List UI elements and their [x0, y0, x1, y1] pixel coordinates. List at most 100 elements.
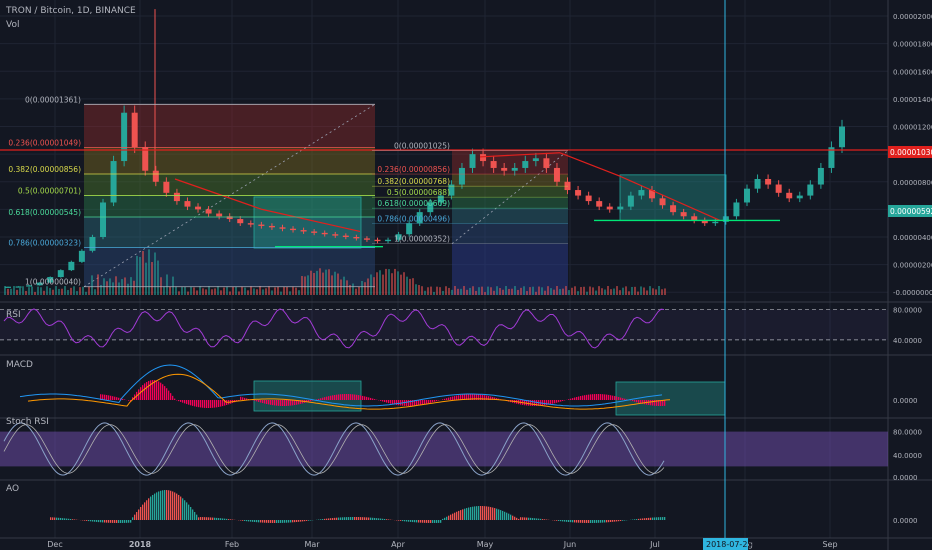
ao-bar [284, 520, 286, 523]
ao-bar [556, 520, 558, 521]
ao-bar [566, 520, 568, 522]
volume-bar [655, 289, 657, 295]
volume-bar [166, 274, 168, 295]
macd-hist-bar [406, 400, 408, 406]
macd-hist-bar [310, 400, 312, 402]
volume-bar [331, 275, 333, 295]
volume-bar [400, 274, 402, 295]
macd-hist-bar [324, 397, 326, 400]
ao-bar [274, 520, 276, 523]
volume-bar [433, 291, 435, 295]
macd-hist-bar [342, 394, 344, 400]
macd-hist-bar [196, 400, 198, 407]
volume-bar [157, 260, 159, 295]
volume-bar [661, 289, 663, 295]
macd-hist-bar [190, 400, 192, 406]
volume-bar [532, 286, 534, 295]
ao-bar [386, 519, 388, 520]
volume-bar [382, 274, 384, 295]
macd-hist-bar [552, 400, 554, 404]
macd-hist-bar [110, 395, 112, 400]
candle-body [532, 158, 539, 162]
ao-bar [114, 520, 116, 523]
macd-hist-bar [650, 400, 652, 406]
macd-hist-bar [584, 395, 586, 400]
candle-body [311, 231, 318, 233]
ao-bar [244, 520, 246, 521]
volume-bar [79, 287, 81, 295]
ao-bar [208, 517, 210, 520]
volume-bar [646, 290, 648, 295]
volume-bar [10, 288, 12, 295]
volume-bar [499, 288, 501, 295]
rsi-axis-80: 80.0000 [893, 307, 922, 315]
ao-bar [222, 518, 224, 520]
macd-hist-bar [408, 400, 410, 406]
ao-bar [68, 518, 70, 520]
macd-hist-bar [554, 400, 556, 404]
volume-bar [460, 288, 462, 295]
macd-hist-bar [104, 394, 106, 400]
ao-bar [138, 509, 140, 520]
ao-bar [260, 520, 262, 523]
macd-label: MACD [6, 360, 33, 370]
candle-body [585, 195, 592, 202]
macd-hist-bar [140, 387, 142, 400]
volume-bar [325, 269, 327, 295]
ao-bar [534, 518, 536, 520]
ao-bar [410, 520, 412, 522]
ao-bar [344, 517, 346, 520]
macd-hist-bar [346, 394, 348, 400]
ao-bar [324, 518, 326, 520]
macd-hist-bar [420, 400, 422, 406]
volume-bar [466, 289, 468, 295]
macd-hist-bar [594, 394, 596, 400]
volume-bar [352, 283, 354, 295]
trading-chart[interactable]: 0(0.00001361) 0.236(0.00001049) 0.382(0.00… [0, 0, 932, 550]
ao-bar [240, 520, 242, 521]
macd-hist-bar [598, 394, 600, 400]
macd-hist-bar [280, 400, 282, 406]
ao-bar [634, 519, 636, 520]
macd-hist-bar [608, 394, 610, 400]
volume-bar [469, 287, 471, 295]
ao-bar [210, 517, 212, 520]
macd-hist-bar [274, 400, 276, 406]
ao-bar [108, 520, 110, 523]
stoch-band [0, 431, 888, 467]
volume-bar [574, 286, 576, 295]
fib2-zone-extension [452, 243, 568, 295]
candle-body [279, 227, 286, 229]
ao-bar [184, 500, 186, 520]
ao-bar [280, 520, 282, 523]
fib1-label-0: 0(0.00001361) [25, 95, 81, 104]
volume-bar [340, 279, 342, 295]
macd-hist-bar [364, 396, 366, 400]
price-axis-label-10: -0.00000000 [893, 289, 932, 297]
volume-bar [232, 286, 234, 295]
ao-bar [646, 518, 648, 520]
stoch-axis-40: 40.0000 [893, 452, 922, 460]
ao-bar [88, 520, 90, 522]
ao-bar [148, 498, 150, 520]
volume-bar [451, 289, 453, 295]
ao-bar [334, 517, 336, 520]
ao-bar [560, 520, 562, 522]
macd-hist-bar [114, 396, 116, 400]
volume-bar [118, 282, 120, 295]
volume-bar [337, 273, 339, 295]
ao-bar [224, 518, 226, 520]
ao-bar [92, 520, 94, 522]
candle-body [553, 167, 560, 182]
macd-hist-bar [202, 400, 204, 408]
macd-hist-bar [426, 400, 428, 404]
ao-axis-0: 0.0000 [893, 517, 918, 525]
volume-bar [556, 286, 558, 295]
ao-bar [288, 520, 290, 523]
volume-bar [490, 287, 492, 295]
symbol-title[interactable]: TRON / Bitcoin, 1D, BINANCE [5, 6, 136, 16]
volume-bar [43, 290, 45, 295]
ao-bar [122, 520, 124, 523]
volume-bar [547, 286, 549, 295]
macd-hist-bar [318, 398, 320, 400]
